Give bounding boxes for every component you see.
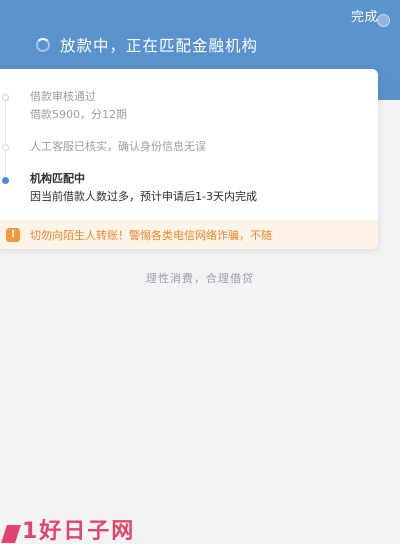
watermark-text: 1好日子网 [22,519,136,544]
timeline-step-verified: 人工客服已核实，确认身份信息无误 [30,139,206,155]
shield-icon: ! [6,227,20,242]
timeline-dot-current [2,177,9,184]
fraud-warning-text: 切勿向陌生人转账！警惕各类电信网络诈骗，不随 [30,228,272,242]
site-watermark: 1好日子网 [0,520,135,543]
step-subtitle: 借款5900，分12期 [30,108,127,121]
floating-dot-icon [377,14,390,27]
responsible-borrowing-slogan: 理性消费，合理借贷 [146,272,254,285]
step-title: 机构匹配中 [30,172,85,185]
done-button[interactable]: 完成 [351,6,378,25]
timeline-step-matching: 机构匹配中 因当前借款人数过多，预计申请后1-3天内完成 [30,171,257,205]
step-title: 借款审核通过 [30,90,96,103]
loan-status-row: 放款中，正在匹配金融机构 [36,33,258,57]
timeline-dot-done [2,144,9,151]
loan-status-text: 放款中，正在匹配金融机构 [60,37,259,55]
step-subtitle: 因当前借款人数过多，预计申请后1-3天内完成 [30,190,257,203]
step-title: 人工客服已核实，确认身份信息无误 [30,140,206,153]
fraud-warning-bar: ! 切勿向陌生人转账！警惕各类电信网络诈骗，不随 [0,220,378,249]
timeline-dot-done [2,94,9,101]
watermark-logo-icon [1,525,21,543]
progress-card: 借款审核通过 借款5900，分12期 人工客服已核实，确认身份信息无误 机构匹配… [0,69,378,249]
loading-spinner-icon [36,38,50,52]
timeline-line [5,93,6,179]
timeline-step-approved: 借款审核通过 借款5900，分12期 [30,89,127,123]
